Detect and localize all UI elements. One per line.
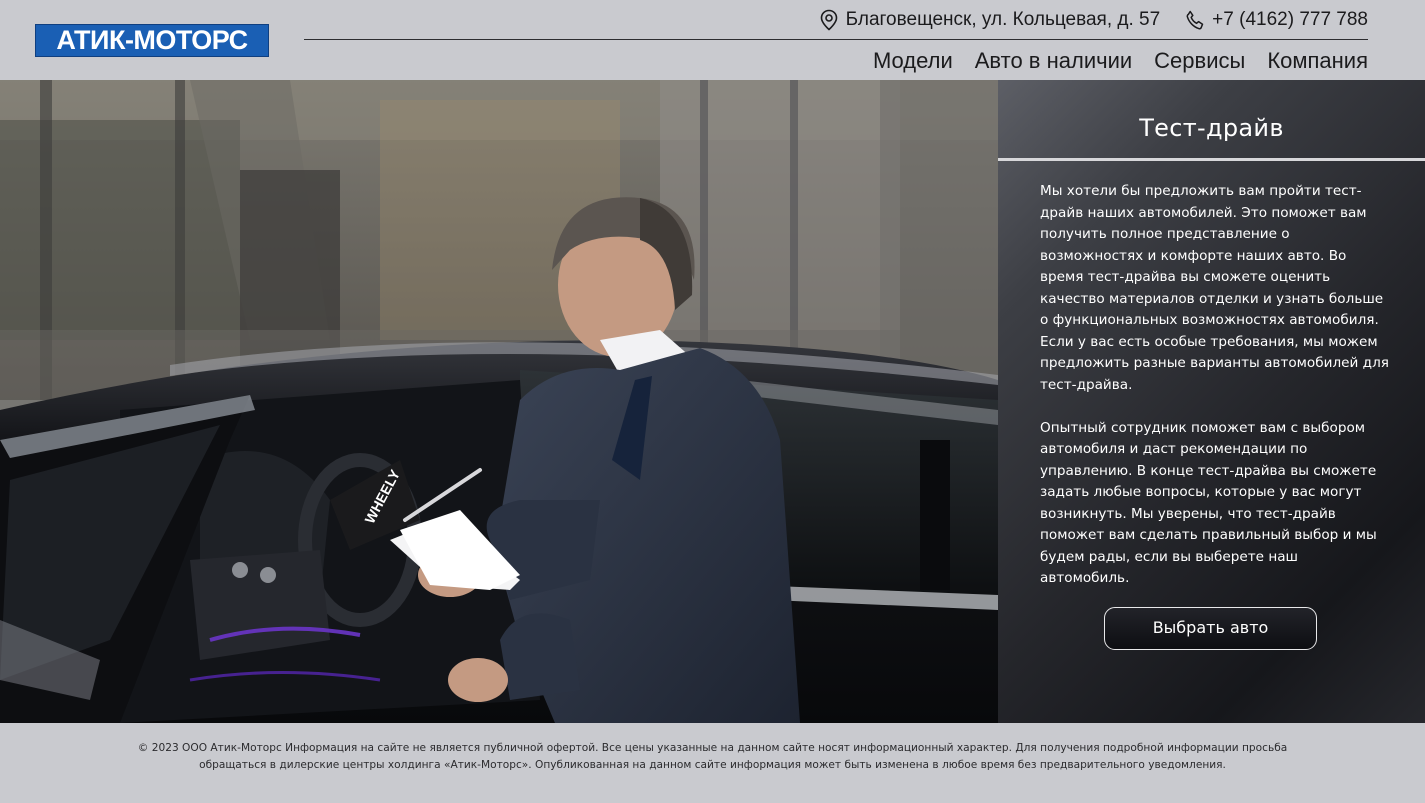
nav-item-services[interactable]: Сервисы <box>1154 48 1245 74</box>
map-pin-icon <box>820 9 838 31</box>
panel-paragraph: Опытный сотрудник поможет вам с выбором … <box>1040 419 1377 587</box>
phone-text: +7 (4162) 777 788 <box>1212 9 1368 30</box>
phone-icon <box>1186 10 1204 30</box>
contacts: Благовещенск, ул. Кольцевая, д. 57 +7 (4… <box>820 6 1368 34</box>
hero-image: WHEELY <box>0 80 998 723</box>
address-text: Благовещенск, ул. Кольцевая, д. 57 <box>845 9 1161 30</box>
panel-title-divider <box>998 158 1425 161</box>
test-drive-panel: Тест-драйв Мы хотели бы предложить вам п… <box>998 80 1425 723</box>
address[interactable]: Благовещенск, ул. Кольцевая, д. 57 <box>820 9 1161 31</box>
nav-item-in-stock[interactable]: Авто в наличии <box>975 48 1132 74</box>
site-footer: © 2023 ООО Атик-Моторс Информация на сай… <box>0 723 1425 803</box>
header-divider <box>304 39 1368 40</box>
main-nav: Модели Авто в наличии Сервисы Компания <box>873 45 1368 77</box>
phone[interactable]: +7 (4162) 777 788 <box>1186 9 1368 31</box>
site-header: АТИК-МОТОРС Благовещенск, ул. Кольцевая,… <box>0 0 1425 80</box>
choose-car-button[interactable]: Выбрать авто <box>1104 607 1317 650</box>
panel-title: Тест-драйв <box>1139 114 1284 142</box>
footer-disclaimer: © 2023 ООО Атик-Моторс Информация на сай… <box>137 742 1288 771</box>
nav-item-company[interactable]: Компания <box>1267 48 1368 74</box>
nav-item-models[interactable]: Модели <box>873 48 953 74</box>
panel-paragraph: Мы хотели бы предложить вам пройти тест-… <box>1040 183 1389 393</box>
logo[interactable]: АТИК-МОТОРС <box>35 24 269 57</box>
panel-description: Мы хотели бы предложить вам пройти тест-… <box>1040 181 1390 611</box>
